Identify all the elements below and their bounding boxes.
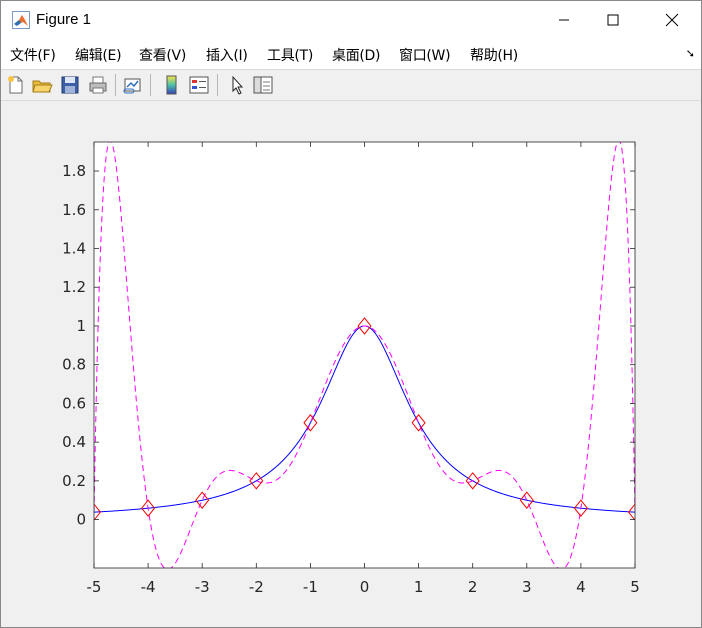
y-tick-label: 1.6	[62, 201, 86, 219]
x-tick-label: -1	[303, 578, 318, 596]
menu-bar: 文件(F) 编辑(E) 查看(V) 插入(I) 工具(T) 桌面(D) 窗口(W…	[1, 39, 701, 70]
x-tick-label: -4	[141, 578, 156, 596]
menu-desktop[interactable]: 桌面(D)	[332, 45, 381, 65]
x-tick-label: -3	[195, 578, 210, 596]
x-tick-label: -5	[87, 578, 102, 596]
toolbar-separator	[115, 74, 116, 96]
window-title: Figure 1	[36, 11, 92, 28]
maximize-button[interactable]	[590, 1, 636, 39]
link-plot-icon[interactable]	[122, 74, 144, 96]
title-bar[interactable]: Figure 1	[1, 1, 701, 39]
y-tick-label: 1.4	[62, 240, 86, 258]
y-tick-label: 0.2	[62, 472, 86, 490]
y-tick-label: 1.8	[62, 162, 86, 180]
x-tick-label: 1	[414, 578, 424, 596]
menu-file[interactable]: 文件(F)	[10, 45, 56, 65]
y-tick-label: 1.2	[62, 278, 86, 296]
save-icon[interactable]	[59, 74, 81, 96]
y-tick-label: 0.6	[62, 394, 86, 412]
colorbar-icon[interactable]	[161, 74, 183, 96]
minimize-icon	[559, 19, 569, 21]
menu-edit[interactable]: 编辑(E)	[75, 45, 122, 65]
toolbar	[1, 70, 701, 101]
menu-view[interactable]: 查看(V)	[139, 45, 186, 65]
x-tick-label: 3	[522, 578, 532, 596]
new-figure-icon[interactable]	[5, 74, 27, 96]
menu-insert[interactable]: 插入(I)	[206, 45, 248, 65]
menu-window[interactable]: 窗口(W)	[399, 45, 451, 65]
figure-window: Figure 1 文件(F) 编辑(E) 查看(V) 插入(I) 工具(T) 桌…	[0, 0, 702, 628]
menu-tools[interactable]: 工具(T)	[267, 45, 313, 65]
menu-help[interactable]: 帮助(H)	[470, 45, 518, 65]
plot-svg[interactable]: -5 -4 -3 -2 -1 0 1 2 3 4 5 0 0.2 0.4 0.6 0.8 1 1.2 1.4 1.6 1…	[1, 101, 701, 627]
x-tick-label: -2	[249, 578, 264, 596]
x-tick-label: 5	[630, 578, 640, 596]
dock-arrow-icon[interactable]: ➘	[686, 47, 695, 60]
toolbar-separator	[217, 74, 218, 96]
x-tick-label: 0	[360, 578, 370, 596]
property-inspector-icon[interactable]	[252, 74, 274, 96]
y-tick-label: 0.8	[62, 356, 86, 374]
figure-canvas: -5 -4 -3 -2 -1 0 1 2 3 4 5 0 0.2 0.4 0.6 0.8 1 1.2 1.4 1.6 1…	[1, 101, 701, 627]
y-tick-label: 0	[76, 511, 86, 529]
print-icon[interactable]	[87, 74, 109, 96]
x-tick-label: 4	[576, 578, 586, 596]
toolbar-separator	[150, 74, 151, 96]
axes-background	[94, 142, 635, 568]
y-tick-label: 0.4	[62, 433, 86, 451]
matlab-logo-icon	[12, 11, 30, 29]
minimize-button[interactable]	[541, 1, 587, 39]
close-button[interactable]	[649, 1, 695, 39]
maximize-icon	[607, 14, 619, 26]
x-tick-label: 2	[468, 578, 478, 596]
open-file-icon[interactable]	[31, 74, 53, 96]
y-tick-label: 1	[76, 317, 86, 335]
legend-icon[interactable]	[188, 74, 210, 96]
edit-plot-arrow-icon[interactable]	[227, 74, 249, 96]
close-icon	[665, 13, 679, 27]
